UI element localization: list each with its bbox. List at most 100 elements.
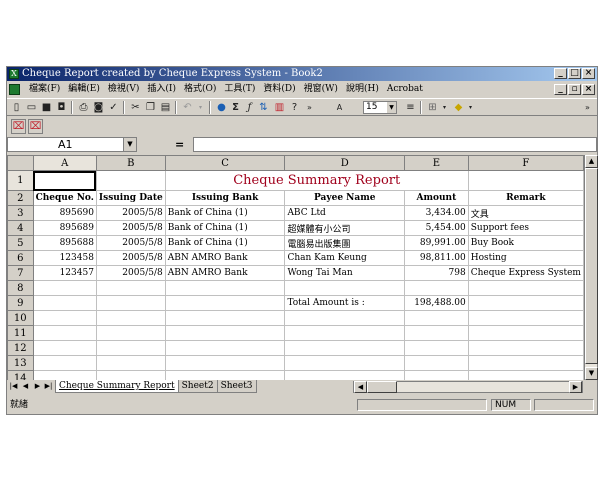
cell[interactable]: [32, 310, 97, 326]
cell[interactable]: [404, 325, 469, 341]
header-cheque-no[interactable]: Cheque No.: [32, 190, 97, 206]
cell[interactable]: [404, 355, 469, 371]
row-header[interactable]: 3: [7, 205, 34, 221]
cell[interactable]: [404, 370, 469, 380]
scroll-up-icon[interactable]: ▲: [585, 155, 598, 168]
remark-cell[interactable]: Buy Book: [467, 235, 584, 251]
cell[interactable]: [284, 280, 406, 296]
issuing-date-cell[interactable]: 2005/5/8: [95, 250, 166, 266]
cut-icon[interactable]: ✂: [129, 101, 142, 114]
cheque-no-cell[interactable]: 123457: [32, 265, 97, 281]
cell[interactable]: [467, 280, 584, 296]
save-icon[interactable]: ■: [40, 101, 53, 114]
row-header[interactable]: 8: [7, 280, 34, 296]
remark-cell[interactable]: Hosting: [467, 250, 584, 266]
cell[interactable]: [32, 295, 97, 311]
amount-cell[interactable]: 89,991.00: [404, 235, 469, 251]
menu-tools[interactable]: 工具(T): [220, 82, 259, 97]
cell[interactable]: [467, 340, 584, 356]
cell[interactable]: [164, 325, 286, 341]
row-header[interactable]: 6: [7, 250, 34, 266]
column-header-b[interactable]: B: [95, 155, 166, 171]
column-header-a[interactable]: A: [32, 155, 97, 171]
menu-insert[interactable]: 插入(I): [143, 82, 180, 97]
issuing-bank-cell[interactable]: ABN AMRO Bank: [164, 265, 286, 281]
column-header-d[interactable]: D: [284, 155, 406, 171]
row-header[interactable]: 13: [7, 355, 34, 371]
open-icon[interactable]: ▭: [25, 101, 38, 114]
issuing-date-cell[interactable]: 2005/5/8: [95, 235, 166, 251]
cell[interactable]: [95, 280, 166, 296]
cell[interactable]: [32, 370, 97, 380]
more-buttons-icon[interactable]: »: [303, 101, 316, 114]
cell[interactable]: [164, 355, 286, 371]
horizontal-scrollbar[interactable]: ◀ ▶: [353, 381, 583, 393]
cell[interactable]: [284, 325, 406, 341]
cheque-no-cell[interactable]: 895689: [32, 220, 97, 236]
font-icon[interactable]: A: [333, 101, 346, 114]
help-icon[interactable]: ?: [288, 101, 301, 114]
tab-sheet2[interactable]: Sheet2: [177, 380, 218, 393]
cheque-no-cell[interactable]: 895690: [32, 205, 97, 221]
minimize-button[interactable]: _: [554, 68, 567, 79]
amount-cell[interactable]: 798: [404, 265, 469, 281]
issuing-bank-cell[interactable]: Bank of China (1): [164, 235, 286, 251]
formula-input[interactable]: [193, 137, 597, 152]
issuing-bank-cell[interactable]: ABN AMRO Bank: [164, 250, 286, 266]
cell[interactable]: [95, 295, 166, 311]
permission-icon[interactable]: ◘: [55, 101, 68, 114]
issuing-date-cell[interactable]: 2005/5/8: [95, 205, 166, 221]
payee-name-cell[interactable]: Chan Kam Keung: [284, 250, 406, 266]
cell[interactable]: [95, 325, 166, 341]
fill-color-dropdown-icon[interactable]: ▾: [464, 101, 477, 114]
issuing-date-cell[interactable]: 2005/5/8: [95, 265, 166, 281]
menu-data[interactable]: 資料(D): [259, 82, 299, 97]
cell[interactable]: [467, 295, 584, 311]
cell[interactable]: [95, 170, 166, 191]
undo-dropdown-icon[interactable]: ▾: [194, 101, 207, 114]
align-icon[interactable]: ≡: [404, 101, 417, 114]
row-header[interactable]: 7: [7, 265, 34, 281]
spelling-icon[interactable]: ✓: [107, 101, 120, 114]
header-issuing-date[interactable]: Issuing Date: [95, 190, 166, 206]
menu-view[interactable]: 檢視(V): [104, 82, 144, 97]
convert-to-pdf-icon[interactable]: ⌧: [11, 119, 26, 134]
chart-wizard-icon[interactable]: ▥: [273, 101, 286, 114]
select-all-corner[interactable]: [7, 155, 34, 171]
cell[interactable]: [95, 310, 166, 326]
cell[interactable]: [164, 370, 286, 380]
borders-dropdown-icon[interactable]: ▾: [438, 101, 451, 114]
cell[interactable]: [95, 340, 166, 356]
total-label-cell[interactable]: Total Amount is :: [284, 295, 406, 311]
row-header[interactable]: 9: [7, 295, 34, 311]
chevron-down-icon[interactable]: ▼: [387, 102, 396, 113]
header-amount[interactable]: Amount: [404, 190, 469, 206]
cell[interactable]: [32, 340, 97, 356]
name-box[interactable]: A1 ▼: [7, 137, 137, 152]
row-header[interactable]: 14: [7, 370, 34, 380]
excel-icon[interactable]: X: [9, 69, 19, 79]
cell[interactable]: [404, 310, 469, 326]
column-header-c[interactable]: C: [164, 155, 286, 171]
issuing-date-cell[interactable]: 2005/5/8: [95, 220, 166, 236]
tab-cheque-summary-report[interactable]: Cheque Summary Report: [55, 380, 179, 393]
function-icon[interactable]: ƒ: [243, 101, 256, 114]
tab-sheet3[interactable]: Sheet3: [216, 380, 257, 393]
toolbar-options-icon[interactable]: »: [581, 101, 594, 114]
doc-restore-button[interactable]: ▫: [568, 84, 581, 95]
font-size-select[interactable]: 15 ▼: [363, 101, 397, 114]
cell[interactable]: [32, 280, 97, 296]
vertical-scrollbar[interactable]: ▲ ▼: [584, 155, 598, 380]
cell[interactable]: [284, 310, 406, 326]
remark-cell[interactable]: 文具: [467, 205, 584, 221]
row-header[interactable]: 2: [7, 190, 34, 206]
cell[interactable]: [404, 280, 469, 296]
undo-icon[interactable]: ↶: [181, 101, 194, 114]
row-header[interactable]: 1: [7, 170, 34, 191]
cell[interactable]: [467, 325, 584, 341]
cell[interactable]: [164, 280, 286, 296]
payee-name-cell[interactable]: ABC Ltd: [284, 205, 406, 221]
hyperlink-icon[interactable]: ●: [215, 101, 228, 114]
menu-acrobat[interactable]: Acrobat: [383, 82, 427, 97]
scroll-left-icon[interactable]: ◀: [354, 381, 367, 393]
